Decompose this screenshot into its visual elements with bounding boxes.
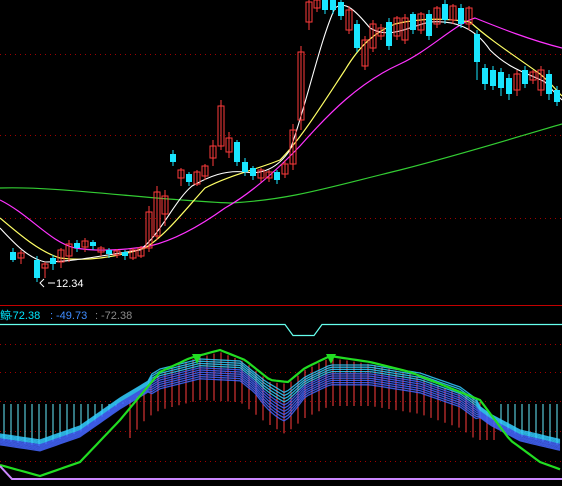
candle-body-down	[234, 142, 240, 162]
candle-body-down	[322, 0, 328, 10]
candle-body-down	[458, 8, 464, 24]
candle-body-down	[386, 22, 392, 46]
indicator-sep-1: :	[50, 310, 53, 322]
candle-body-down	[106, 250, 112, 254]
indicator-header: 鲸 -72.38 : -49.73 : -72.38	[0, 308, 132, 322]
candle-body-down	[354, 24, 360, 48]
candle-body-down	[50, 258, 56, 264]
candle-body-down	[10, 252, 16, 260]
stock-chart[interactable]: 12.34 鲸 -72.38 : -49.73 : -72.38	[0, 0, 562, 486]
indicator-value-1: -72.38	[9, 310, 40, 322]
indicator-value-2: -49.73	[56, 310, 87, 322]
candle-body-down	[338, 2, 344, 16]
candle-body-down	[474, 34, 480, 62]
candle-body-down	[170, 154, 176, 162]
candle-body-down	[90, 242, 96, 246]
candle-body-down	[186, 174, 192, 182]
candle-body-down	[410, 14, 416, 30]
candle-body-down	[34, 260, 40, 278]
candle-body-down	[250, 168, 256, 176]
candle-body-down	[554, 90, 560, 102]
indicator-value-3: -72.38	[101, 310, 132, 322]
candle-body-down	[122, 252, 128, 256]
candle-body-down	[522, 70, 528, 84]
candle-body-down	[546, 74, 552, 94]
candle-body-down	[242, 162, 248, 172]
candle-body-down	[498, 72, 504, 88]
candle-body-down	[482, 68, 488, 84]
candle-body-down	[274, 172, 280, 180]
candle-body-down	[442, 4, 448, 20]
candle-body-down	[426, 14, 432, 36]
candle-body-down	[74, 243, 80, 248]
candle-body-down	[506, 78, 512, 94]
low-price-label: 12.34	[56, 278, 84, 290]
indicator-sep-2: :	[95, 310, 98, 322]
candle-body-down	[330, 0, 336, 10]
candle-body-down	[490, 70, 496, 86]
chart-canvas[interactable]: 12.34 鲸 -72.38 : -49.73 : -72.38	[0, 0, 562, 486]
